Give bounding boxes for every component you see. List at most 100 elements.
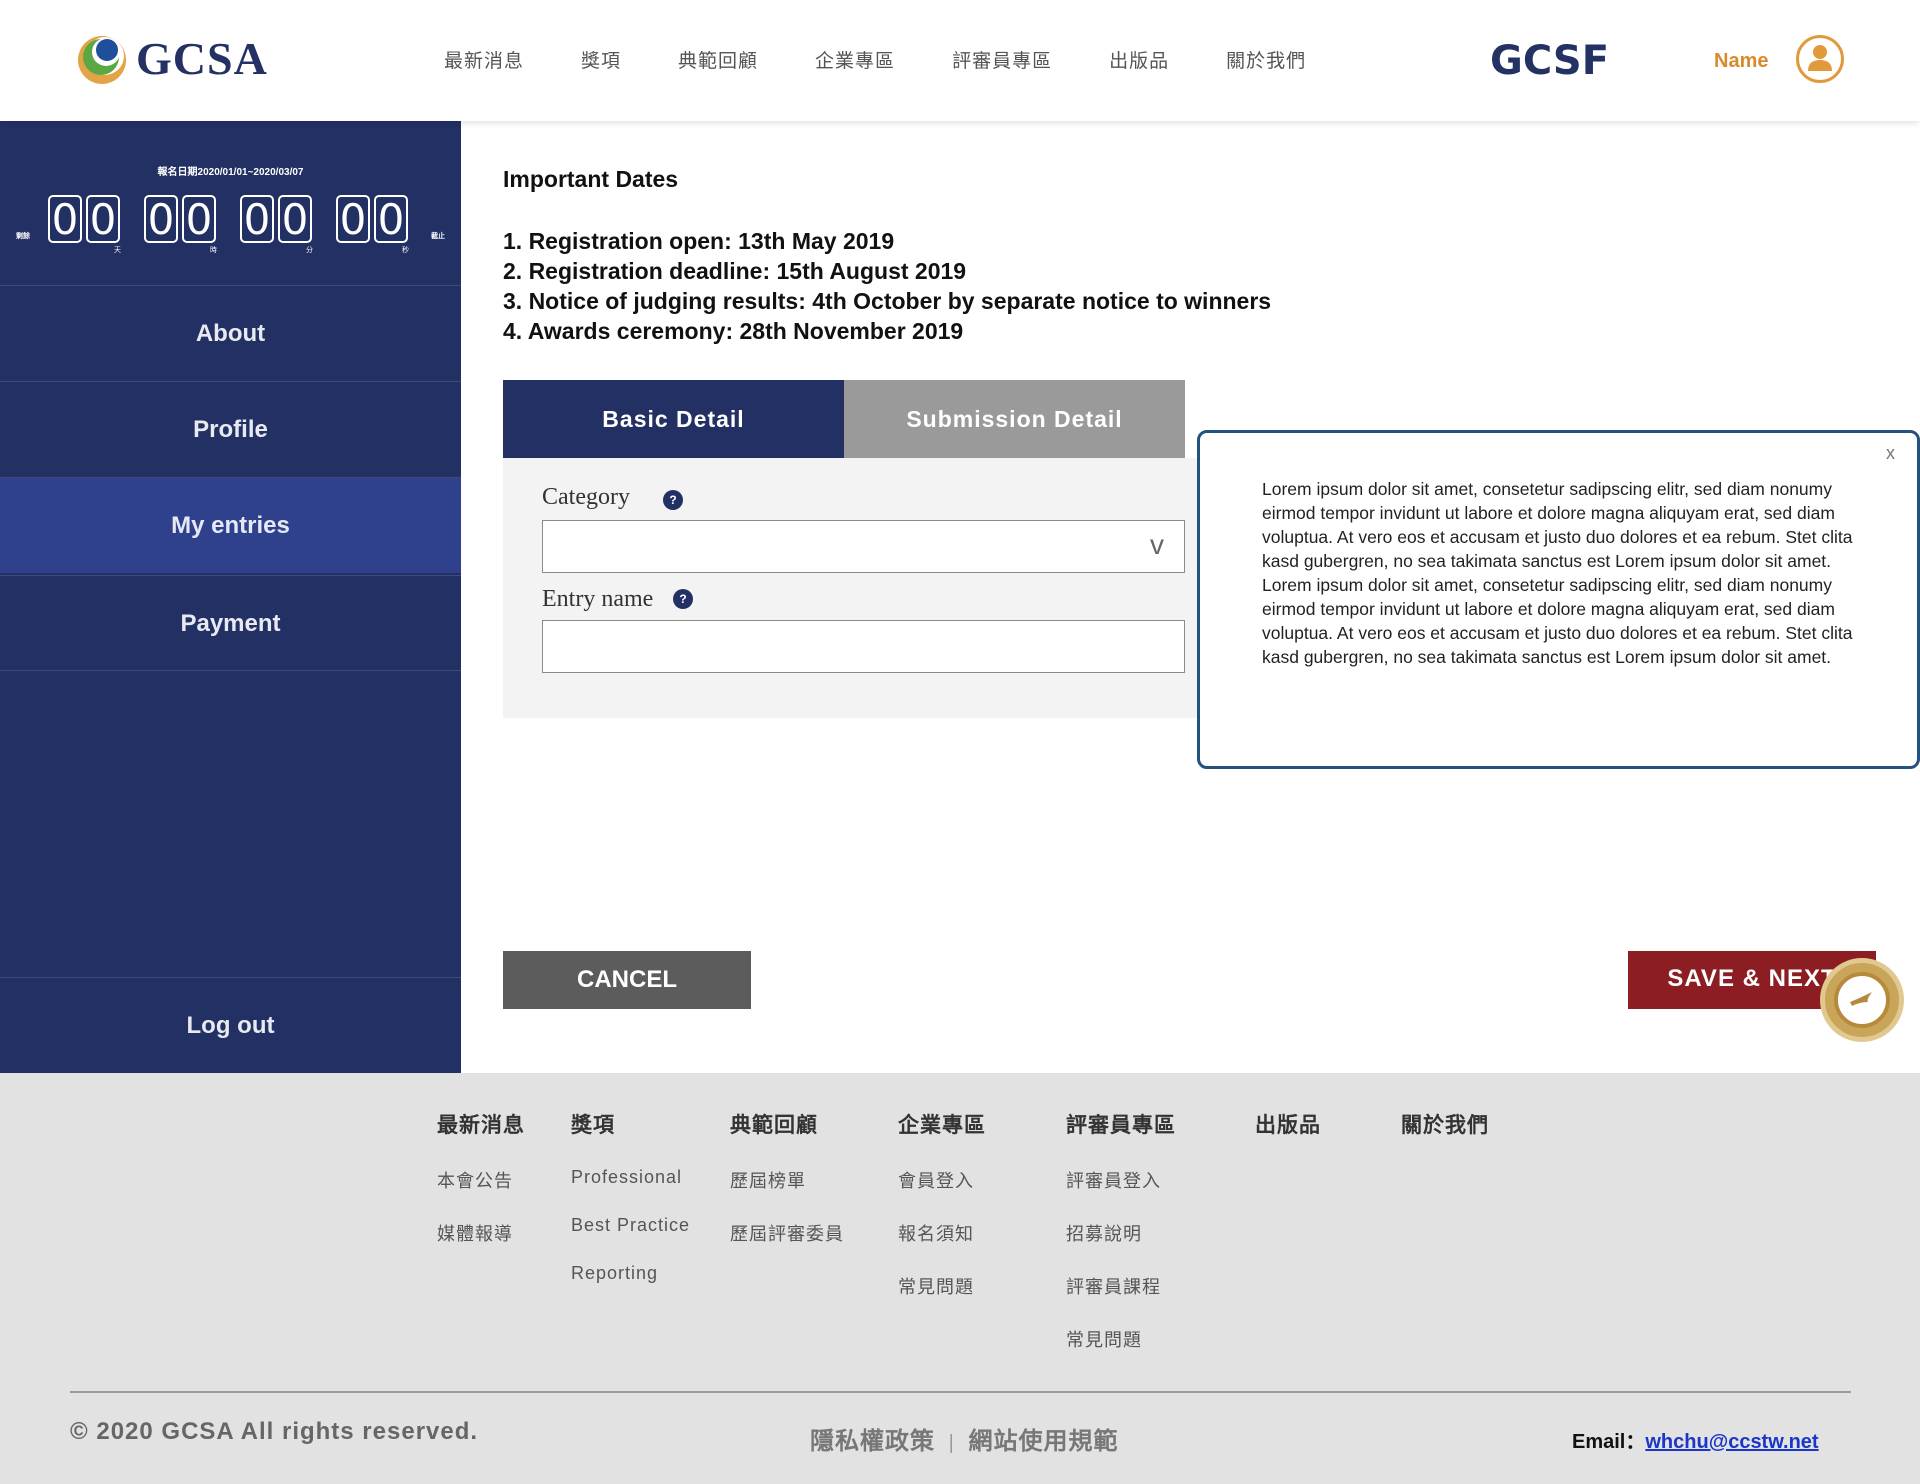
gcsa-logo[interactable]: GCSA bbox=[74, 30, 268, 86]
footer-col-heading[interactable]: 關於我們 bbox=[1401, 1109, 1489, 1139]
date-item: 1. Registration open: 13th May 2019 bbox=[503, 228, 895, 254]
footer-col-heading[interactable]: 企業專區 bbox=[898, 1109, 986, 1139]
category-help-icon[interactable]: ? bbox=[663, 490, 683, 510]
countdown-minutes: 0 0 bbox=[240, 195, 316, 243]
main-nav: 最新消息 獎項 典範回顧 企業專區 評審員專區 出版品 關於我們 bbox=[444, 46, 1363, 73]
footer-link[interactable]: 常見問題 bbox=[1066, 1326, 1176, 1352]
footer-link[interactable]: Reporting bbox=[571, 1263, 690, 1284]
countdown-seconds: 0 0 bbox=[336, 195, 412, 243]
footer-link[interactable]: 評審員登入 bbox=[1066, 1167, 1176, 1193]
footer-link[interactable]: 常見問題 bbox=[898, 1273, 986, 1299]
sidebar-item-profile[interactable]: Profile bbox=[0, 381, 461, 477]
chat-bird-icon bbox=[1834, 972, 1890, 1028]
sidebar-item-about[interactable]: About bbox=[0, 285, 461, 381]
important-dates-title: Important Dates bbox=[503, 166, 679, 192]
sidebar-item-my-entries[interactable]: My entries bbox=[0, 477, 461, 573]
help-tooltip: x Lorem ipsum dolor sit amet, consetetur… bbox=[1197, 430, 1920, 769]
chat-widget-button[interactable] bbox=[1820, 958, 1904, 1042]
gcsf-logo[interactable]: GCSF bbox=[1490, 38, 1609, 84]
entry-name-input[interactable] bbox=[542, 620, 1185, 673]
entry-name-label: Entry name bbox=[542, 586, 654, 612]
category-select[interactable]: v bbox=[542, 520, 1185, 573]
footer-col-judges: 評審員專區 評審員登入 招募說明 評審員課程 常見問題 bbox=[1066, 1109, 1176, 1379]
user-name[interactable]: Name bbox=[1714, 50, 1768, 73]
footer-col-about-us: 關於我們 bbox=[1401, 1109, 1489, 1167]
entry-name-help-icon[interactable]: ? bbox=[673, 589, 693, 609]
footer-link[interactable]: 評審員課程 bbox=[1066, 1273, 1176, 1299]
sidebar-item-payment[interactable]: Payment bbox=[0, 575, 461, 671]
tooltip-text: Lorem ipsum dolor sit amet, consetetur s… bbox=[1262, 479, 1853, 667]
countdown-unit-minutes: 分 bbox=[306, 247, 313, 254]
footer-col-heading[interactable]: 評審員專區 bbox=[1066, 1109, 1176, 1139]
sidebar-item-logout[interactable]: Log out bbox=[0, 977, 461, 1073]
nav-item-enterprise[interactable]: 企業專區 bbox=[815, 46, 895, 73]
footer-col-heading[interactable]: 典範回顧 bbox=[730, 1109, 844, 1139]
email-label: Email： bbox=[1572, 1431, 1646, 1453]
footer-col-enterprise: 企業專區 會員登入 報名須知 常見問題 bbox=[898, 1109, 986, 1326]
countdown-digit: 0 bbox=[278, 195, 312, 243]
countdown-digit: 0 bbox=[86, 195, 120, 243]
countdown-unit-days: 天 bbox=[114, 247, 121, 254]
countdown-unit-hours: 時 bbox=[210, 247, 217, 254]
footer-link[interactable]: 招募說明 bbox=[1066, 1220, 1176, 1246]
email-link[interactable]: whchu@ccstw.net bbox=[1645, 1431, 1818, 1453]
terms-link[interactable]: 網站使用規範 bbox=[969, 1428, 1119, 1455]
footer-link[interactable]: Best Practice bbox=[571, 1215, 690, 1236]
category-label: Category bbox=[542, 484, 630, 510]
site-header: GCSA 最新消息 獎項 典範回顧 企業專區 評審員專區 出版品 關於我們 GC… bbox=[0, 0, 1920, 121]
footer-link[interactable]: 本會公告 bbox=[437, 1167, 525, 1193]
footer-col-heading[interactable]: 出版品 bbox=[1255, 1109, 1321, 1139]
cancel-button[interactable]: CANCEL bbox=[503, 951, 751, 1009]
countdown-digit: 0 bbox=[48, 195, 82, 243]
user-icon[interactable] bbox=[1796, 35, 1844, 83]
footer-email: Email：whchu@ccstw.net bbox=[1572, 1425, 1819, 1454]
privacy-policy-link[interactable]: 隱私權政策 bbox=[810, 1428, 935, 1455]
date-item: 2. Registration deadline: 15th August 20… bbox=[503, 258, 967, 284]
tab-submission-detail[interactable]: Submission Detail bbox=[844, 380, 1185, 458]
tooltip-close-button[interactable]: x bbox=[1886, 443, 1895, 464]
footer-col-heading[interactable]: 最新消息 bbox=[437, 1109, 525, 1139]
footer-col-publications: 出版品 bbox=[1255, 1109, 1321, 1167]
footer-col-awards: 獎項 Professional Best Practice Reporting bbox=[571, 1109, 690, 1311]
avatar-figure-icon bbox=[1808, 45, 1832, 71]
countdown-digit: 0 bbox=[144, 195, 178, 243]
sidebar: 報名日期2020/01/01~2020/03/07 剩餘 0 0 天 0 0 時… bbox=[0, 121, 461, 1073]
footer-link[interactable]: 歷屆榜單 bbox=[730, 1167, 844, 1193]
footer-col-news: 最新消息 本會公告 媒體報導 bbox=[437, 1109, 525, 1273]
chevron-down-icon: v bbox=[1150, 529, 1164, 560]
date-item: 3. Notice of judging results: 4th Octobe… bbox=[503, 288, 1272, 314]
footer-link[interactable]: 會員登入 bbox=[898, 1167, 986, 1193]
important-dates-list: 1. Registration open: 13th May 2019 2. R… bbox=[503, 226, 1271, 346]
countdown-digit: 0 bbox=[240, 195, 274, 243]
countdown-start-label: 剩餘 bbox=[16, 233, 30, 240]
nav-item-about-us[interactable]: 關於我們 bbox=[1226, 46, 1306, 73]
bird-glyph-icon bbox=[1850, 992, 1872, 1006]
countdown-days: 0 0 bbox=[48, 195, 124, 243]
date-item: 4. Awards ceremony: 28th November 2019 bbox=[503, 318, 964, 344]
footer-col-review: 典範回顧 歷屆榜單 歷屆評審委員 bbox=[730, 1109, 844, 1273]
nav-item-publications[interactable]: 出版品 bbox=[1109, 46, 1169, 73]
registration-date: 報名日期2020/01/01~2020/03/07 bbox=[157, 167, 304, 178]
countdown-hours: 0 0 bbox=[144, 195, 220, 243]
footer-link[interactable]: 報名須知 bbox=[898, 1220, 986, 1246]
nav-item-judges[interactable]: 評審員專區 bbox=[952, 46, 1052, 73]
gcsa-logo-mark-icon bbox=[78, 36, 126, 84]
site-footer: 最新消息 本會公告 媒體報導 獎項 Professional Best Prac… bbox=[0, 1073, 1920, 1484]
footer-col-heading[interactable]: 獎項 bbox=[571, 1109, 690, 1139]
nav-item-news[interactable]: 最新消息 bbox=[444, 46, 524, 73]
countdown-digit: 0 bbox=[336, 195, 370, 243]
policy-separator: | bbox=[948, 1432, 955, 1454]
countdown-timer: 剩餘 0 0 天 0 0 時 0 0 分 0 0 秒 截止 bbox=[14, 195, 447, 255]
policy-links: 隱私權政策 | 網站使用規範 bbox=[810, 1421, 1119, 1456]
countdown-unit-seconds: 秒 bbox=[402, 247, 409, 254]
footer-link[interactable]: 歷屆評審委員 bbox=[730, 1220, 844, 1246]
logo-text: GCSA bbox=[136, 32, 268, 84]
footer-divider bbox=[70, 1391, 1851, 1393]
copyright: © 2020 GCSA All rights reserved. bbox=[70, 1418, 479, 1445]
footer-link[interactable]: Professional bbox=[571, 1167, 690, 1188]
nav-item-review[interactable]: 典範回顧 bbox=[678, 46, 758, 73]
tab-basic-detail[interactable]: Basic Detail bbox=[503, 380, 844, 458]
nav-item-awards[interactable]: 獎項 bbox=[581, 46, 621, 73]
countdown-digit: 0 bbox=[374, 195, 408, 243]
footer-link[interactable]: 媒體報導 bbox=[437, 1220, 525, 1246]
